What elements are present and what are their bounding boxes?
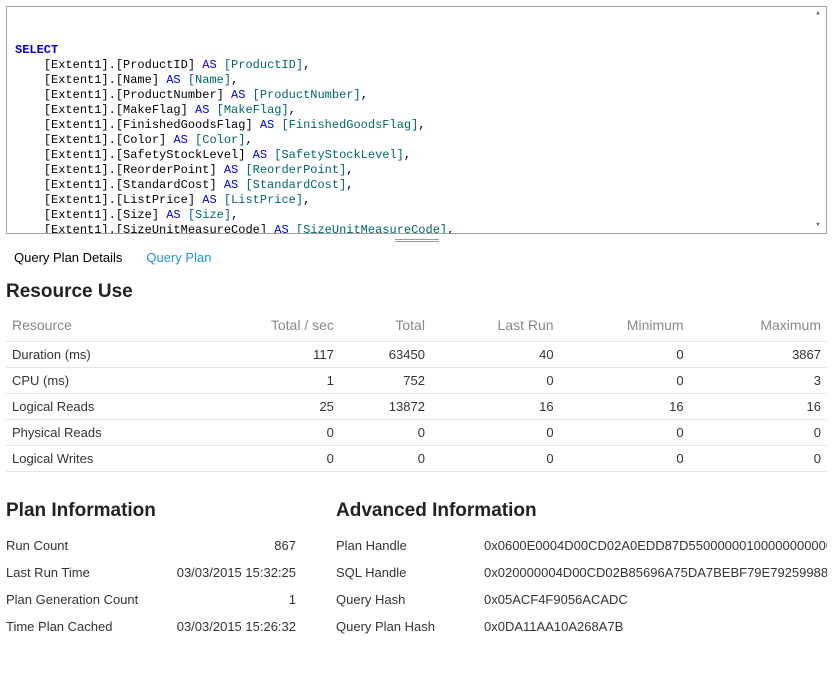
cell-total: 752 [340, 368, 431, 394]
cell-resource: Logical Reads [6, 394, 198, 420]
table-row: Logical Reads2513872161616 [6, 394, 827, 420]
vertical-scrollbar[interactable]: ▴ ▾ [810, 7, 826, 233]
cell-maximum: 16 [690, 394, 827, 420]
info-value: 03/03/2015 15:32:25 [177, 565, 296, 580]
info-row: Time Plan Cached 03/03/2015 15:26:32 [6, 613, 296, 640]
sql-column-line: [Extent1].[Color] AS [Color], [15, 133, 818, 148]
cell-minimum: 0 [560, 420, 690, 446]
col-total: Total [340, 313, 431, 342]
scroll-up-icon[interactable]: ▴ [810, 7, 826, 21]
sql-column-line: [Extent1].[SafetyStockLevel] AS [SafetyS… [15, 148, 818, 163]
info-label: Time Plan Cached [6, 619, 112, 634]
info-label: Query Hash [336, 592, 466, 607]
cell-total-sec: 1 [198, 368, 340, 394]
cell-last-run: 0 [431, 368, 560, 394]
info-value: 0x05ACF4F9056ACADC [484, 592, 827, 607]
cell-maximum: 3867 [690, 342, 827, 368]
cell-resource: Duration (ms) [6, 342, 198, 368]
splitter-handle[interactable] [6, 234, 827, 246]
cell-minimum: 0 [560, 342, 690, 368]
cell-total-sec: 0 [198, 420, 340, 446]
info-row: Last Run Time 03/03/2015 15:32:25 [6, 559, 296, 586]
info-row: SQL Handle 0x020000004D00CD02B85696A75DA7… [336, 559, 827, 586]
cell-total: 0 [340, 420, 431, 446]
cell-total-sec: 0 [198, 446, 340, 472]
cell-total-sec: 25 [198, 394, 340, 420]
cell-minimum: 16 [560, 394, 690, 420]
info-label: Plan Generation Count [6, 592, 138, 607]
sql-column-line: [Extent1].[ReorderPoint] AS [ReorderPoin… [15, 163, 818, 178]
plan-info-heading: Plan Information [6, 500, 296, 522]
info-label: SQL Handle [336, 565, 466, 580]
cell-last-run: 16 [431, 394, 560, 420]
cell-total: 0 [340, 446, 431, 472]
info-row: Query Plan Hash 0x0DA11AA10A268A7B [336, 613, 827, 640]
info-value: 867 [274, 538, 296, 553]
sql-column-line: [Extent1].[MakeFlag] AS [MakeFlag], [15, 103, 818, 118]
info-label: Plan Handle [336, 538, 466, 553]
cell-last-run: 40 [431, 342, 560, 368]
info-value: 1 [289, 592, 296, 607]
tab-query-plan[interactable]: Query Plan [146, 250, 211, 265]
cell-maximum: 3 [690, 368, 827, 394]
col-minimum: Minimum [560, 313, 690, 342]
info-value: 03/03/2015 15:26:32 [177, 619, 296, 634]
sql-column-line: [Extent1].[ProductID] AS [ProductID], [15, 58, 818, 73]
sql-column-line: [Extent1].[StandardCost] AS [StandardCos… [15, 178, 818, 193]
cell-resource: Physical Reads [6, 420, 198, 446]
sql-column-line: [Extent1].[FinishedGoodsFlag] AS [Finish… [15, 118, 818, 133]
sql-text: SELECT [Extent1].[ProductID] AS [Product… [15, 43, 818, 234]
col-resource: Resource [6, 313, 198, 342]
info-value: 0x0DA11AA10A268A7B [484, 619, 827, 634]
info-value: 0x020000004D00CD02B85696A75DA7BEBF79E792… [484, 565, 827, 580]
col-total-sec: Total / sec [198, 313, 340, 342]
sql-column-line: [Extent1].[ProductNumber] AS [ProductNum… [15, 88, 818, 103]
cell-resource: Logical Writes [6, 446, 198, 472]
cell-total: 13872 [340, 394, 431, 420]
cell-last-run: 0 [431, 420, 560, 446]
info-label: Last Run Time [6, 565, 90, 580]
table-row: Duration (ms)117634504003867 [6, 342, 827, 368]
cell-total-sec: 117 [198, 342, 340, 368]
sql-keyword-select: SELECT [15, 43, 58, 57]
cell-resource: CPU (ms) [6, 368, 198, 394]
info-row: Plan Handle 0x0600E0004D00CD02A0EDD87D550… [336, 532, 827, 559]
tab-bar: Query Plan Details Query Plan [6, 246, 827, 279]
sql-viewer[interactable]: SELECT [Extent1].[ProductID] AS [Product… [6, 6, 827, 234]
sql-column-line: [Extent1].[Size] AS [Size], [15, 208, 818, 223]
cell-total: 63450 [340, 342, 431, 368]
info-label: Run Count [6, 538, 68, 553]
scroll-down-icon[interactable]: ▾ [810, 219, 826, 233]
info-label: Query Plan Hash [336, 619, 466, 634]
sql-column-line: [Extent1].[SizeUnitMeasureCode] AS [Size… [15, 223, 818, 234]
resource-use-heading: Resource Use [6, 281, 827, 303]
info-row: Run Count 867 [6, 532, 296, 559]
cell-maximum: 0 [690, 446, 827, 472]
info-row: Plan Generation Count 1 [6, 586, 296, 613]
advanced-info-heading: Advanced Information [336, 500, 827, 522]
cell-maximum: 0 [690, 420, 827, 446]
info-row: Query Hash 0x05ACF4F9056ACADC [336, 586, 827, 613]
col-maximum: Maximum [690, 313, 827, 342]
cell-minimum: 0 [560, 368, 690, 394]
table-row: Physical Reads00000 [6, 420, 827, 446]
grip-icon [395, 239, 439, 242]
cell-last-run: 0 [431, 446, 560, 472]
table-row: CPU (ms)1752003 [6, 368, 827, 394]
info-value: 0x0600E0004D00CD02A0EDD87D55000000100000… [484, 538, 827, 553]
sql-column-line: [Extent1].[ListPrice] AS [ListPrice], [15, 193, 818, 208]
table-row: Logical Writes00000 [6, 446, 827, 472]
resource-table: Resource Total / sec Total Last Run Mini… [6, 313, 827, 472]
cell-minimum: 0 [560, 446, 690, 472]
col-last-run: Last Run [431, 313, 560, 342]
tab-query-plan-details[interactable]: Query Plan Details [14, 250, 122, 265]
sql-column-line: [Extent1].[Name] AS [Name], [15, 73, 818, 88]
